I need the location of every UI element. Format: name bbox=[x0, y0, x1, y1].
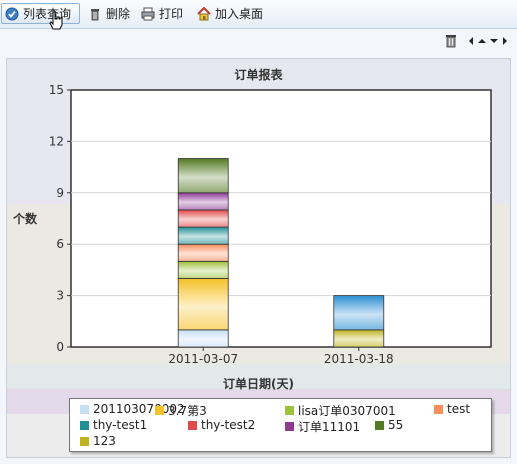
legend-item: 订单11101 bbox=[285, 418, 360, 435]
legend-swatch bbox=[434, 404, 443, 414]
chevron-up-icon[interactable] bbox=[477, 36, 487, 46]
legend-label: 55 bbox=[388, 418, 404, 432]
legend-item: 55 bbox=[375, 418, 403, 432]
panel-tools bbox=[445, 34, 509, 48]
legend-label: lisa订单0307001 bbox=[298, 404, 396, 418]
list-query-button[interactable]: 列表查询 bbox=[1, 3, 80, 24]
legend-label: test bbox=[447, 402, 471, 416]
bar-segment bbox=[177, 158, 229, 194]
x-tick-label: 2011-03-07 bbox=[168, 352, 238, 366]
bar-segment bbox=[333, 329, 385, 348]
bar-segment bbox=[177, 260, 229, 279]
legend-item: 3.7第3 bbox=[155, 402, 207, 419]
chevron-down-icon[interactable] bbox=[489, 36, 499, 46]
check-circle-icon bbox=[5, 7, 19, 20]
bar-segment bbox=[177, 226, 229, 245]
printer-icon bbox=[141, 7, 155, 20]
order-report-chart: 订单报表 个数 0 3 6 9 12 15 2011-03-07 2011-03-18 订单日… bbox=[6, 58, 511, 458]
trash-icon[interactable] bbox=[445, 34, 457, 48]
y-tick-label: 15 bbox=[49, 83, 64, 97]
legend-swatch bbox=[80, 420, 89, 430]
print-label: 打印 bbox=[159, 7, 184, 21]
legend-swatch bbox=[375, 420, 384, 430]
legend-item: thy-test2 bbox=[188, 418, 255, 432]
legend-swatch bbox=[80, 404, 89, 414]
legend-swatch bbox=[80, 436, 89, 446]
y-tick-label: 9 bbox=[56, 186, 64, 200]
chart-legend: 201103070002 3.7第3 lisa订单0307001 test thy-te… bbox=[69, 398, 492, 452]
bar-segment bbox=[177, 243, 229, 262]
panel-nav bbox=[467, 36, 509, 46]
print-button[interactable]: 打印 bbox=[138, 3, 186, 24]
legend-item: 123 bbox=[80, 434, 116, 448]
legend-label: thy-test1 bbox=[93, 418, 148, 432]
bar-segment bbox=[177, 278, 229, 331]
bar-segment bbox=[333, 295, 385, 331]
legend-label: 123 bbox=[93, 434, 116, 448]
x-tick-label: 2011-03-18 bbox=[324, 352, 394, 366]
legend-label: 订单11101 bbox=[298, 420, 361, 434]
y-tick-label: 3 bbox=[56, 289, 64, 303]
bar-segment bbox=[177, 209, 229, 228]
legend-item: test bbox=[434, 402, 470, 416]
bar-segment bbox=[177, 192, 229, 211]
add-to-desktop-label: 加入桌面 bbox=[215, 7, 264, 21]
delete-button[interactable]: 删除 bbox=[85, 3, 133, 24]
legend-item: thy-test1 bbox=[80, 418, 147, 432]
trash-icon bbox=[91, 8, 99, 20]
bar-segment bbox=[177, 329, 229, 348]
legend-label: thy-test2 bbox=[201, 418, 256, 432]
home-icon bbox=[197, 6, 211, 20]
chart-plot: 0 3 6 9 12 15 2011-03-07 2011-03-18 bbox=[49, 83, 492, 366]
legend-swatch bbox=[188, 420, 197, 430]
legend-swatch bbox=[155, 406, 164, 415]
chevron-left-icon[interactable] bbox=[467, 36, 475, 46]
y-tick-label: 6 bbox=[56, 237, 64, 251]
legend-label: 3.7第3 bbox=[168, 404, 207, 418]
y-tick-label: 12 bbox=[49, 134, 64, 148]
add-to-desktop-button[interactable]: 加入桌面 bbox=[194, 3, 266, 24]
toolbar: 列表查询 删除 打印 加入桌面 bbox=[0, 0, 517, 30]
y-tick-label: 0 bbox=[56, 340, 64, 354]
chevron-right-icon[interactable] bbox=[501, 36, 509, 46]
legend-item: lisa订单0307001 bbox=[285, 402, 396, 419]
x-axis-label: 订单日期(天) bbox=[223, 377, 294, 391]
delete-label: 删除 bbox=[106, 7, 131, 21]
legend-swatch bbox=[285, 406, 294, 415]
hand-cursor-icon bbox=[49, 11, 63, 30]
plot-area bbox=[70, 89, 492, 348]
legend-swatch bbox=[285, 422, 294, 431]
